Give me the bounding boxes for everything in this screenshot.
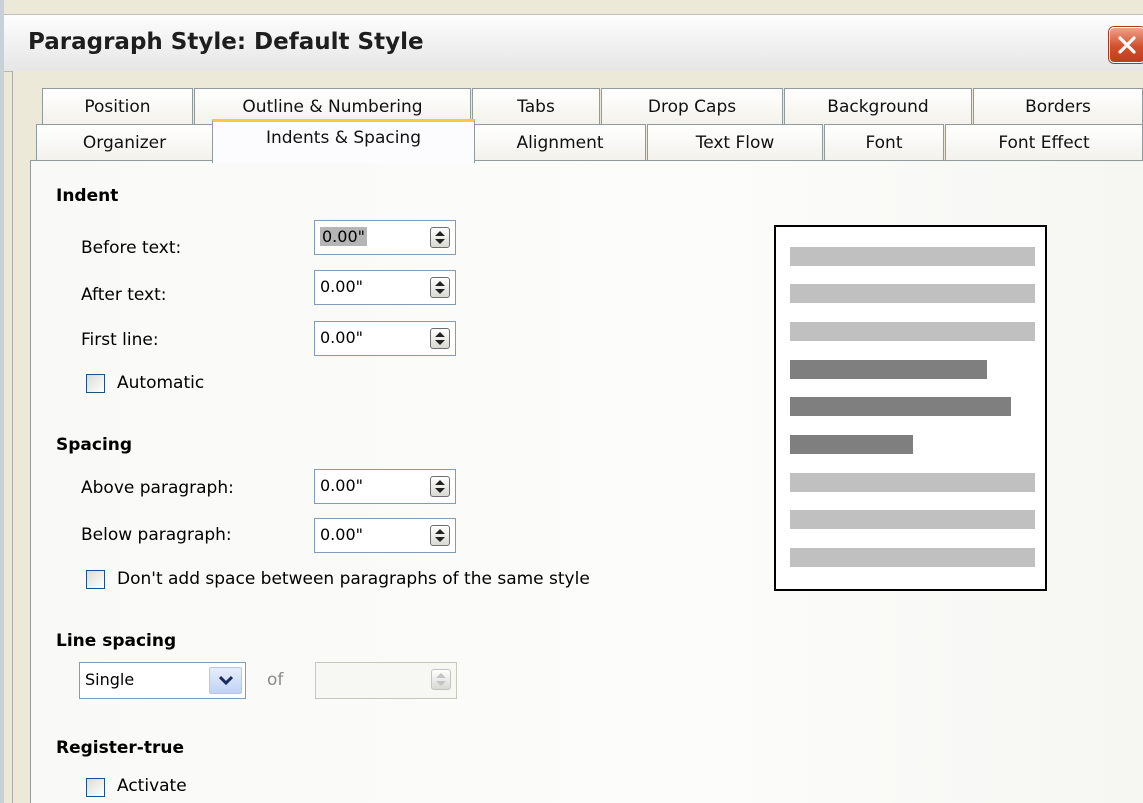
preview-line: [790, 247, 1035, 266]
below-paragraph-label: Below paragraph:: [81, 525, 232, 545]
close-button[interactable]: [1109, 27, 1143, 63]
tab-indents-spacing[interactable]: Indents & Spacing: [212, 119, 475, 163]
above-paragraph-value: 0.00": [320, 476, 363, 495]
tab-background[interactable]: Background: [784, 88, 972, 127]
preview-line: [790, 473, 1035, 492]
tab-alignment[interactable]: Alignment: [474, 124, 646, 163]
tab-tabs[interactable]: Tabs: [472, 88, 600, 127]
dialog-window: Paragraph Style: Default Style Position …: [0, 0, 1143, 803]
tab-organizer[interactable]: Organizer: [36, 124, 213, 163]
tab-position[interactable]: Position: [42, 88, 193, 127]
below-paragraph-field[interactable]: 0.00": [314, 518, 456, 553]
line-spacing-of-field: [315, 662, 457, 699]
spin-up-down-icon: [435, 281, 445, 294]
tab-drop-caps[interactable]: Drop Caps: [601, 88, 783, 127]
automatic-checkbox[interactable]: [86, 374, 105, 393]
preview-line: [790, 322, 1035, 341]
close-icon: [1118, 36, 1136, 54]
spacing-heading: Spacing: [56, 435, 133, 455]
after-text-field[interactable]: 0.00": [314, 270, 456, 305]
window-title: Paragraph Style: Default Style: [28, 29, 424, 55]
first-line-label: First line:: [81, 330, 159, 350]
preview-current-line: [790, 397, 1011, 416]
line-spacing-heading: Line spacing: [56, 631, 177, 651]
before-text-spinner[interactable]: [430, 227, 450, 248]
below-paragraph-spinner[interactable]: [430, 525, 450, 546]
preview-line: [790, 548, 1035, 567]
paragraph-preview: [774, 225, 1047, 591]
automatic-label[interactable]: Automatic: [117, 373, 204, 393]
spin-up-down-icon: [435, 231, 445, 244]
before-text-value: 0.00": [320, 227, 367, 246]
first-line-field[interactable]: 0.00": [314, 321, 456, 356]
above-paragraph-label: Above paragraph:: [81, 478, 234, 498]
first-line-spinner[interactable]: [430, 328, 450, 349]
spin-up-down-icon: [435, 332, 445, 345]
after-text-spinner[interactable]: [430, 277, 450, 298]
title-bar[interactable]: Paragraph Style: Default Style: [4, 14, 1143, 72]
no-space-label[interactable]: Don't add space between paragraphs of th…: [117, 569, 590, 589]
tab-font[interactable]: Font: [824, 124, 944, 163]
before-text-field[interactable]: 0.00": [314, 220, 456, 255]
spin-up-down-icon: [435, 529, 445, 542]
preview-current-line: [790, 360, 987, 379]
after-text-value: 0.00": [320, 277, 363, 296]
above-paragraph-field[interactable]: 0.00": [314, 469, 456, 504]
tab-font-effect[interactable]: Font Effect: [945, 124, 1143, 163]
line-spacing-value: Single: [85, 670, 135, 689]
of-label: of: [267, 670, 284, 690]
preview-line: [790, 284, 1035, 303]
register-true-heading: Register-true: [56, 738, 184, 758]
no-space-checkbox[interactable]: [86, 570, 105, 589]
line-spacing-select[interactable]: Single: [79, 662, 246, 699]
spin-up-down-icon: [435, 480, 445, 493]
above-paragraph-spinner[interactable]: [430, 476, 450, 497]
after-text-label: After text:: [81, 285, 167, 305]
tab-borders[interactable]: Borders: [973, 88, 1143, 127]
preview-current-line: [790, 435, 913, 454]
first-line-value: 0.00": [320, 328, 363, 347]
tab-text-flow[interactable]: Text Flow: [647, 124, 823, 163]
activate-checkbox[interactable]: [86, 778, 105, 797]
before-text-label: Before text:: [81, 238, 182, 258]
dropdown-chevron-icon: [219, 675, 233, 686]
line-spacing-dropdown-button[interactable]: [209, 667, 242, 694]
spin-up-down-icon: [436, 673, 446, 686]
indent-heading: Indent: [56, 186, 119, 206]
activate-label[interactable]: Activate: [117, 776, 187, 796]
preview-line: [790, 510, 1035, 529]
below-paragraph-value: 0.00": [320, 525, 363, 544]
line-spacing-of-spinner: [431, 669, 451, 690]
